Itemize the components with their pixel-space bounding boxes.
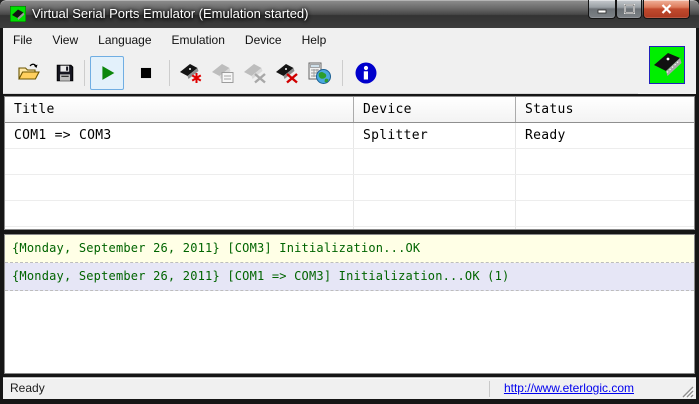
close-icon (661, 4, 672, 14)
status-bar-divider (489, 381, 490, 397)
minimize-icon (597, 9, 607, 13)
toolbar (3, 46, 696, 94)
language-globe-icon (308, 62, 331, 84)
save-floppy-icon (56, 64, 74, 82)
maximize-button[interactable] (616, 0, 642, 19)
menu-view[interactable]: View (42, 28, 88, 52)
toolbar-separator (84, 60, 85, 86)
stop-emulation-button[interactable] (132, 59, 160, 87)
toolbar-separator (169, 60, 170, 86)
vspe-logo-icon (649, 46, 685, 84)
minimize-button[interactable] (588, 0, 616, 19)
log-entry[interactable]: {Monday, September 26, 2011} [COM3] Init… (5, 235, 694, 263)
app-logo-icon (10, 6, 26, 22)
save-button[interactable] (51, 59, 79, 87)
language-button[interactable] (305, 59, 333, 87)
eterlogic-link[interactable]: http://www.eterlogic.com (504, 381, 634, 395)
empty-table-row (5, 149, 694, 175)
device-type-cell: Splitter (354, 123, 516, 148)
device-status-cell: Ready (525, 128, 566, 143)
device-delete-icon (244, 64, 266, 84)
delete-device-button (241, 59, 269, 87)
about-button[interactable] (352, 59, 380, 87)
empty-table-row (5, 201, 694, 227)
maximize-icon (623, 4, 635, 14)
menu-language[interactable]: Language (88, 28, 161, 52)
device-table-header: Title Device Status (5, 97, 694, 123)
column-header-status[interactable]: Status (516, 97, 694, 122)
app-window: Virtual Serial Ports Emulator (Emulation… (0, 0, 699, 404)
table-row[interactable]: COM1 => COM3 Splitter Ready (5, 123, 694, 149)
title-bar: Virtual Serial Ports Emulator (Emulation… (0, 0, 699, 28)
menu-emulation[interactable]: Emulation (162, 28, 235, 52)
empty-table-row (5, 175, 694, 201)
device-properties-button (209, 59, 237, 87)
open-button[interactable] (15, 59, 43, 87)
menu-device[interactable]: Device (235, 28, 292, 52)
status-message: Ready (10, 381, 45, 395)
play-icon (102, 66, 115, 80)
resize-grip-icon[interactable] (680, 384, 694, 398)
window-title: Virtual Serial Ports Emulator (Emulation… (32, 6, 309, 21)
log-panel: {Monday, September 26, 2011} [COM3] Init… (4, 234, 695, 374)
column-header-device[interactable]: Device (354, 97, 516, 122)
stop-icon (140, 67, 152, 79)
device-table: Title Device Status COM1 => COM3 Splitte… (4, 96, 695, 230)
status-bar: Ready http://www.eterlogic.com (3, 377, 696, 399)
open-folder-icon (18, 63, 40, 80)
toolbar-separator (342, 60, 343, 86)
menu-file[interactable]: File (3, 28, 42, 52)
info-icon (355, 62, 377, 84)
start-emulation-button[interactable] (90, 56, 124, 90)
device-properties-icon (212, 64, 234, 83)
empty-table-row (5, 227, 694, 229)
log-entry[interactable]: {Monday, September 26, 2011} [COM1 => CO… (5, 263, 694, 291)
device-delete-all-icon (276, 64, 298, 84)
menu-help[interactable]: Help (292, 28, 337, 52)
menu-bar: File View Language Emulation Device Help (3, 28, 696, 52)
delete-all-devices-button[interactable] (273, 59, 301, 87)
close-button[interactable] (643, 0, 690, 19)
device-title-cell: COM1 => COM3 (5, 123, 354, 148)
create-device-button[interactable] (177, 59, 205, 87)
device-new-icon (180, 64, 202, 83)
column-header-title[interactable]: Title (5, 97, 354, 122)
